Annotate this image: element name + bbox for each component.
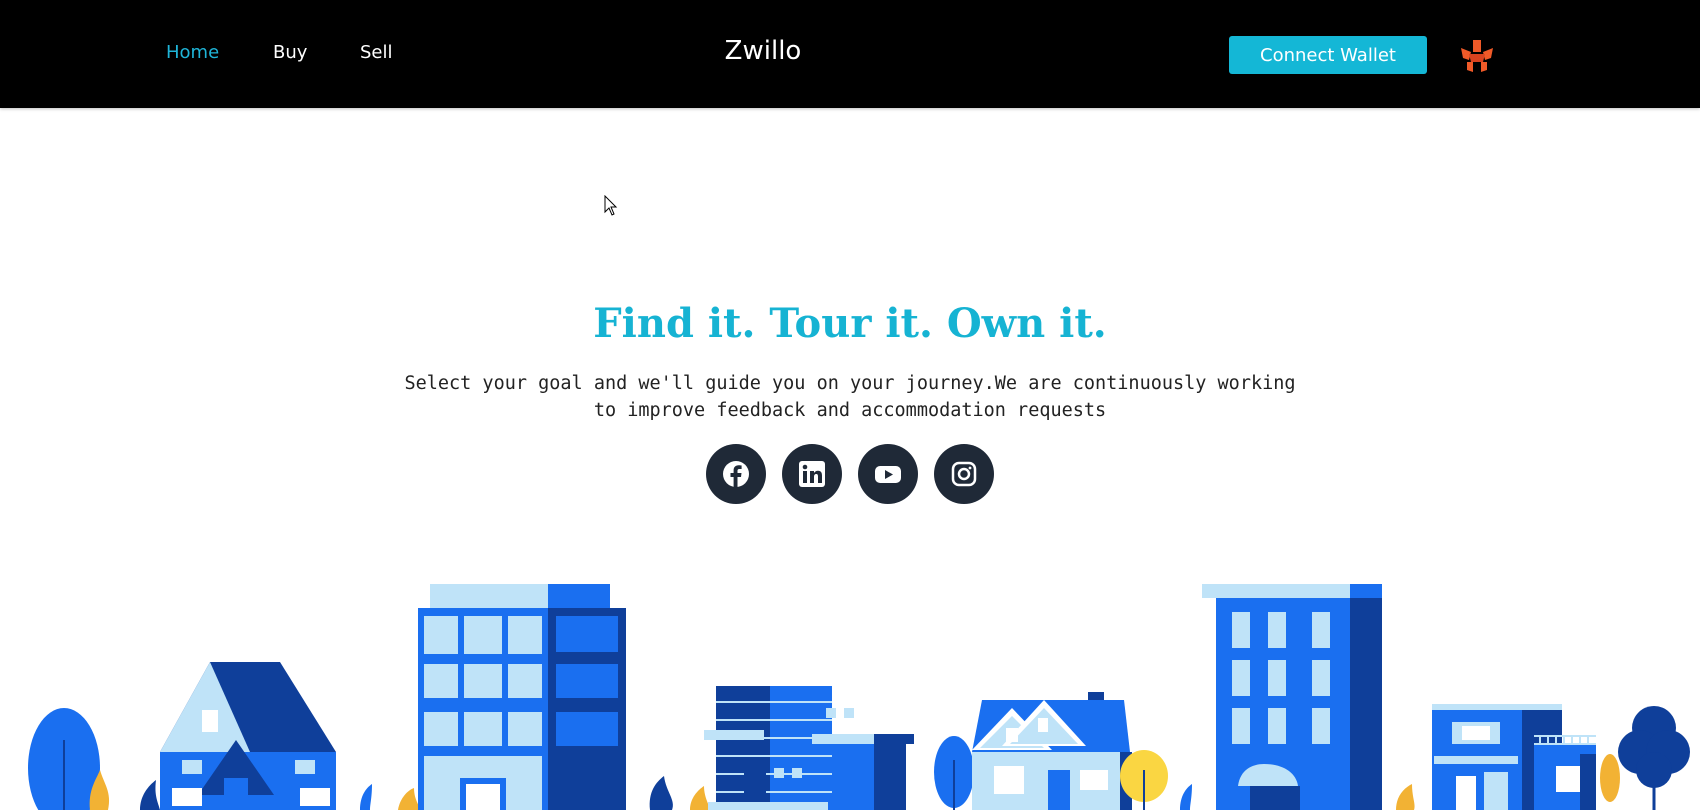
hero-subtitle: Select your goal and we'll guide you on … xyxy=(385,370,1315,424)
linkedin-icon xyxy=(799,461,825,487)
youtube-icon xyxy=(875,466,901,483)
instagram-icon xyxy=(951,461,977,487)
facebook-link[interactable] xyxy=(706,444,766,504)
facebook-icon xyxy=(723,461,749,487)
top-navbar: Home Buy Sell Zwillo Connect Wallet xyxy=(0,0,1700,108)
city-skyline-illustration xyxy=(28,584,1690,810)
hero-title: Find it. Tour it. Own it. xyxy=(593,300,1107,347)
hero-subtitle-line-2: to improve feedback and accommodation re… xyxy=(593,400,1107,421)
metamask-fox-icon[interactable] xyxy=(1459,38,1495,74)
linkedin-link[interactable] xyxy=(782,444,842,504)
connect-wallet-button[interactable]: Connect Wallet xyxy=(1229,36,1427,74)
hero-subtitle-line-1: Select your goal and we'll guide you on … xyxy=(404,373,1296,394)
mouse-cursor-icon xyxy=(604,195,618,216)
youtube-link[interactable] xyxy=(858,444,918,504)
instagram-link[interactable] xyxy=(934,444,994,504)
